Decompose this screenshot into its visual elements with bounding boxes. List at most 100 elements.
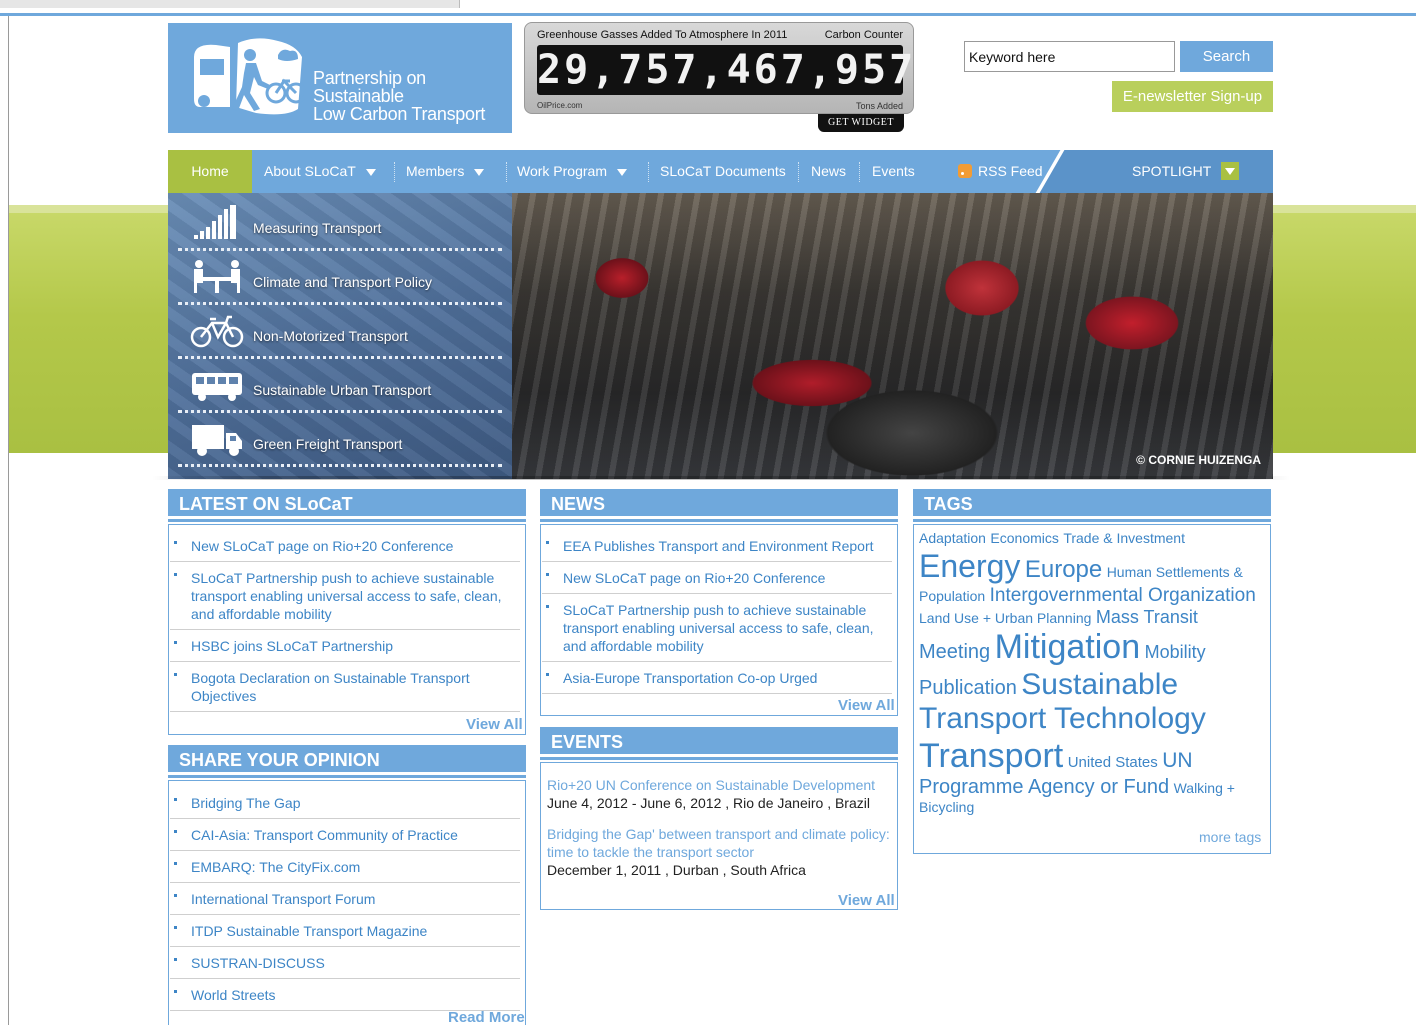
topic-measuring-transport[interactable]: Measuring Transport — [178, 197, 502, 251]
topic-label: Non-Motorized Transport — [253, 328, 408, 344]
list-item[interactable]: SLoCaT Partnership push to achieve susta… — [170, 569, 520, 630]
list-item[interactable]: New SLoCaT page on Rio+20 Conference — [542, 569, 892, 594]
list-item[interactable]: Bridging The Gap — [170, 794, 520, 819]
tag-link[interactable]: Mitigation — [995, 628, 1141, 666]
event-details: June 4, 2012 - June 6, 2012 , Rio de Jan… — [547, 795, 870, 811]
tag-link[interactable]: Mass Transit — [1096, 607, 1198, 627]
logo-text-line1: Partnership on Sustainable — [313, 68, 426, 106]
nav-documents[interactable]: SLoCaT Documents — [660, 150, 786, 193]
nav-work-program-label: Work Program — [517, 163, 607, 179]
nav-members[interactable]: Members — [406, 150, 485, 193]
bicycle-icon — [190, 315, 244, 348]
topic-non-motorized[interactable]: Non-Motorized Transport — [178, 305, 502, 359]
latest-list: New SLoCaT page on Rio+20 Conference SLo… — [170, 537, 520, 719]
logo-text: Partnership on Sustainable Low Carbon Tr… — [313, 69, 512, 123]
window-left-border — [8, 16, 9, 1025]
tag-link[interactable]: Transport Technology — [919, 702, 1206, 735]
news-section-title: NEWS — [540, 489, 898, 519]
banner-shadow — [152, 476, 1290, 480]
counter-title: Carbon Counter — [824, 29, 903, 41]
list-item[interactable]: EEA Publishes Transport and Environment … — [542, 537, 892, 562]
topic-urban-transport[interactable]: Sustainable Urban Transport — [178, 359, 502, 413]
list-item[interactable]: Bogota Declaration on Sustainable Transp… — [170, 669, 520, 712]
nav-separator — [394, 162, 395, 182]
nav-home[interactable]: Home — [168, 150, 252, 193]
list-item[interactable]: World Streets — [170, 986, 520, 1011]
event-title-link[interactable]: Bridging the Gap' between transport and … — [547, 825, 892, 861]
meeting-table-icon — [194, 260, 240, 293]
counter-label: Greenhouse Gasses Added To Atmosphere In… — [537, 29, 788, 41]
more-tags-link[interactable]: more tags — [1199, 829, 1261, 845]
spotlight-dropdown-icon — [1221, 162, 1240, 180]
events-view-all-link[interactable]: View All — [838, 892, 895, 909]
tags-section-title: TAGS — [913, 489, 1271, 519]
nav-events[interactable]: Events — [872, 150, 915, 193]
event-item: Rio+20 UN Conference on Sustainable Deve… — [547, 776, 892, 812]
topic-menu: Measuring Transport Climate and Transpor… — [168, 193, 512, 479]
spotlight-label: SPOTLIGHT — [1132, 163, 1212, 179]
latest-section-title: LATEST ON SLoCaT — [168, 489, 526, 519]
browser-top-strip — [0, 0, 1416, 16]
opinion-read-more-link[interactable]: Read More — [448, 1009, 525, 1025]
tag-link[interactable]: Intergovernmental Organization — [990, 585, 1256, 606]
tag-link[interactable]: Programme — [919, 776, 1023, 798]
nav-rss-feed[interactable]: RSS Feed — [958, 150, 1043, 193]
search-button[interactable]: Search — [1180, 41, 1273, 72]
tag-link[interactable]: Publication — [919, 677, 1017, 699]
carbon-counter-widget[interactable]: Greenhouse Gasses Added To Atmosphere In… — [524, 22, 914, 114]
list-item[interactable]: SLoCaT Partnership push to achieve susta… — [542, 601, 892, 662]
tag-link[interactable]: Adaptation — [919, 530, 986, 546]
rss-icon — [958, 164, 972, 178]
tag-link[interactable]: Land Use + Urban Planning — [919, 610, 1091, 626]
chevron-down-icon — [474, 168, 485, 176]
browser-tab-area — [0, 0, 460, 8]
newsletter-signup-button[interactable]: E-newsletter Sign-up — [1112, 81, 1273, 112]
spotlight-toggle[interactable]: SPOTLIGHT — [1132, 150, 1240, 193]
topic-label: Green Freight Transport — [253, 436, 403, 452]
hero-banner: © CORNIE HUIZENGA Measuring Transport Cl… — [168, 193, 1273, 479]
nav-separator — [859, 162, 860, 182]
list-item[interactable]: New SLoCaT page on Rio+20 Conference — [170, 537, 520, 562]
tag-link[interactable]: Europe — [1025, 556, 1102, 583]
tag-link[interactable]: Transport — [919, 737, 1063, 775]
event-title-link[interactable]: Rio+20 UN Conference on Sustainable Deve… — [547, 776, 892, 794]
nav-separator — [648, 162, 649, 182]
nav-news[interactable]: News — [811, 150, 846, 193]
list-item[interactable]: EMBARQ: The CityFix.com — [170, 858, 520, 883]
tag-link[interactable]: Mobility — [1145, 642, 1206, 662]
list-item[interactable]: HSBC joins SLoCaT Partnership — [170, 637, 520, 662]
search-input[interactable] — [964, 41, 1175, 72]
tag-link[interactable]: United States — [1068, 754, 1158, 771]
topic-label: Sustainable Urban Transport — [253, 382, 432, 398]
tag-link[interactable]: Economics — [990, 530, 1058, 546]
nav-about[interactable]: About SLoCaT — [264, 150, 376, 193]
event-details: December 1, 2011 , Durban , South Africa — [547, 862, 806, 878]
get-widget-button[interactable]: GET WIDGET — [818, 114, 904, 132]
news-view-all-link[interactable]: View All — [838, 697, 895, 714]
list-item[interactable]: SUSTRAN-DISCUSS — [170, 954, 520, 979]
tag-link[interactable]: Sustainable — [1021, 668, 1178, 701]
topic-green-freight[interactable]: Green Freight Transport — [178, 413, 502, 467]
nav-rss-label: RSS Feed — [978, 163, 1043, 179]
site-logo[interactable]: Partnership on Sustainable Low Carbon Tr… — [168, 23, 512, 133]
events-section-title: EVENTS — [540, 727, 898, 757]
list-item[interactable]: International Transport Forum — [170, 890, 520, 915]
tag-link[interactable]: Energy — [919, 548, 1020, 584]
chevron-down-icon — [616, 168, 627, 176]
tag-link[interactable]: Meeting — [919, 641, 990, 663]
nav-work-program[interactable]: Work Program — [517, 150, 627, 193]
news-list: EEA Publishes Transport and Environment … — [542, 537, 892, 701]
nav-separator — [798, 162, 799, 182]
topic-climate-policy[interactable]: Climate and Transport Policy — [178, 251, 502, 305]
list-item[interactable]: CAI-Asia: Transport Community of Practic… — [170, 826, 520, 851]
list-item[interactable]: Asia-Europe Transportation Co-op Urged — [542, 669, 892, 694]
latest-view-all-link[interactable]: View All — [466, 716, 523, 733]
tag-link[interactable]: UN — [1162, 749, 1192, 772]
nav-about-label: About SLoCaT — [264, 163, 356, 179]
chevron-down-icon — [365, 168, 376, 176]
photo-credit: © CORNIE HUIZENGA — [1136, 453, 1261, 467]
list-item[interactable]: ITDP Sustainable Transport Magazine — [170, 922, 520, 947]
counter-source[interactable]: OilPrice.com — [537, 101, 582, 110]
tag-link[interactable]: Trade & Investment — [1063, 530, 1185, 546]
tag-link[interactable]: Agency or Fund — [1028, 776, 1169, 798]
